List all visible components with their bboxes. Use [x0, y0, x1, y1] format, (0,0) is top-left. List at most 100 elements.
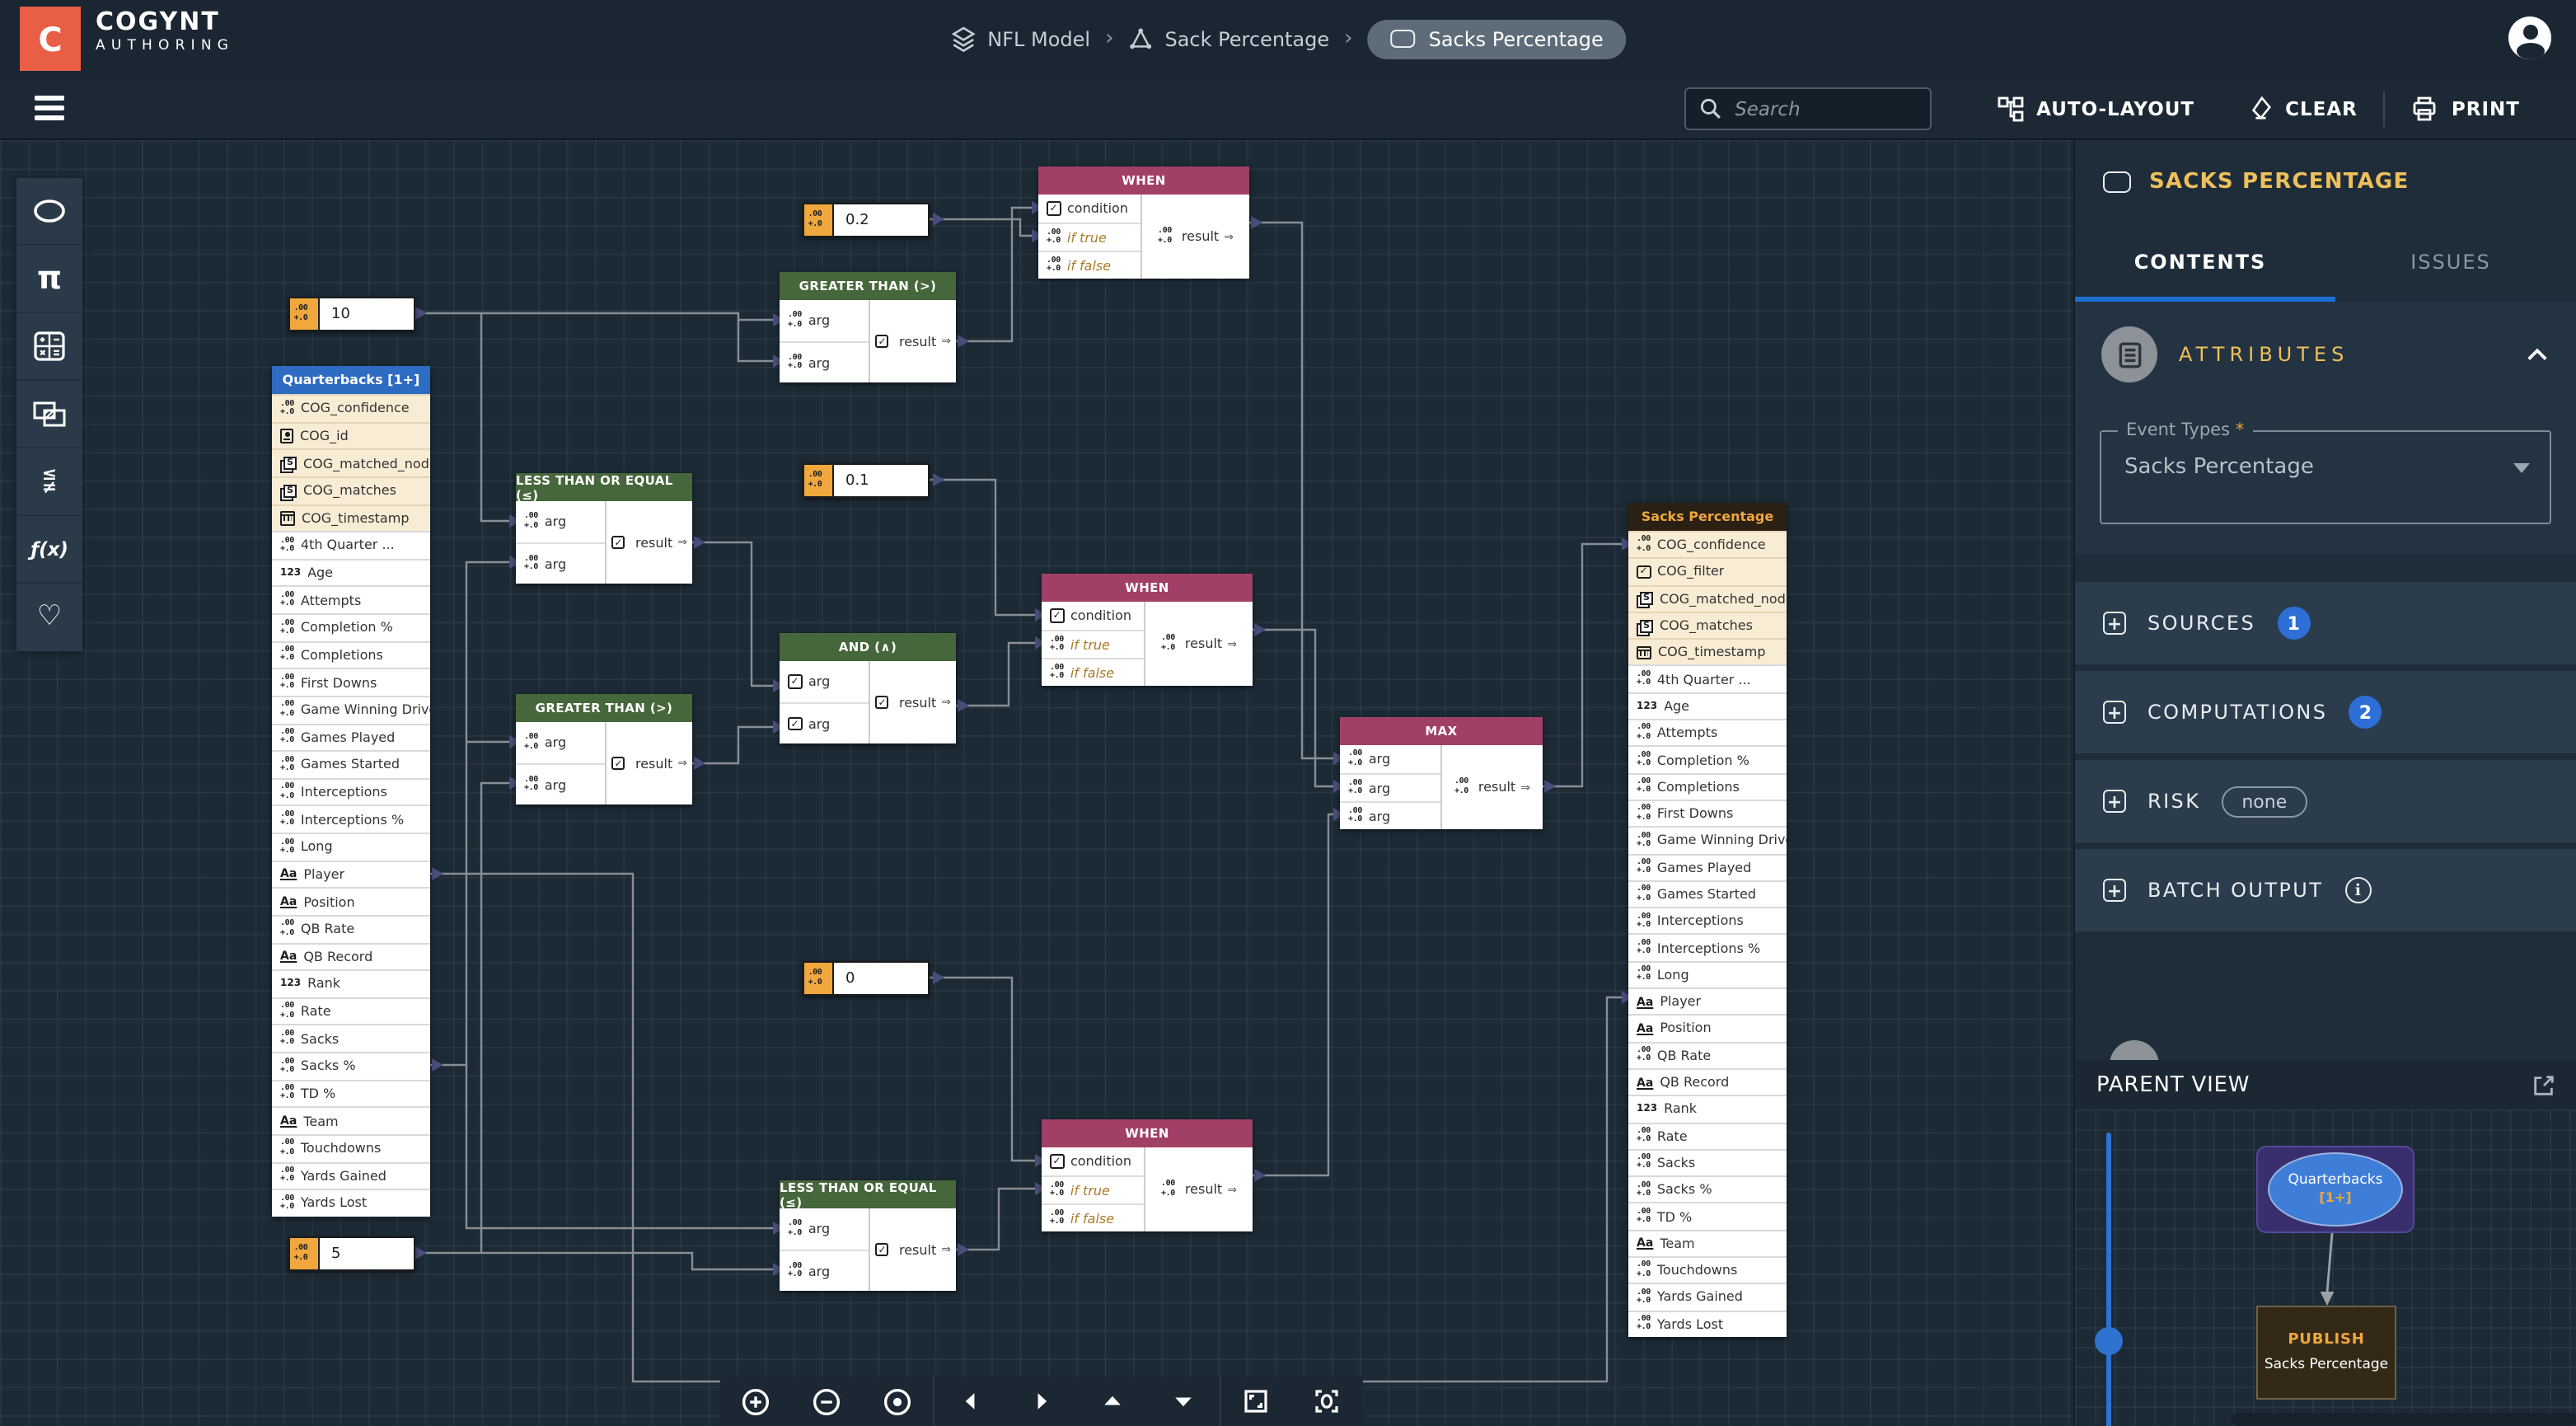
zoom-in-button[interactable]: [720, 1377, 791, 1426]
constant-node[interactable]: .00+.05: [288, 1236, 415, 1271]
field-row[interactable]: .00+.0Touchdowns: [272, 1134, 430, 1161]
expand-icon[interactable]: +: [2103, 612, 2126, 635]
focus-selection-button[interactable]: [1292, 1377, 1363, 1426]
field-row[interactable]: .00+.0Rate: [1628, 1122, 1787, 1149]
comparison-tool[interactable]: ≤≠: [16, 448, 82, 516]
entity-node[interactable]: Sacks Percentage.00+.0COG_confidence✓COG…: [1628, 503, 1787, 1337]
chevron-up-icon[interactable]: [2525, 345, 2550, 364]
field-row[interactable]: 123Age: [272, 559, 430, 586]
pi-constant-tool[interactable]: π: [16, 246, 82, 313]
op-input-row[interactable]: ✓arg: [780, 702, 869, 743]
field-row[interactable]: .00+.0TD %: [1628, 1203, 1787, 1230]
field-row[interactable]: .00+.0Yards Gained: [272, 1161, 430, 1189]
op-input-row[interactable]: .00+.0if true: [1042, 1175, 1144, 1203]
field-row[interactable]: .00+.0Yards Gained: [1628, 1283, 1787, 1311]
pan-right-button[interactable]: [1006, 1377, 1077, 1426]
op-input-row[interactable]: .00+.0if true: [1038, 223, 1140, 251]
field-row[interactable]: AaPlayer: [1628, 987, 1787, 1015]
op-input-row[interactable]: .00+.0arg: [780, 1208, 869, 1250]
op-result-port[interactable]: .00+.0result⇒: [1145, 1147, 1253, 1231]
field-row[interactable]: .00+.0Interceptions %: [1628, 934, 1787, 961]
field-row[interactable]: .00+.0Yards Lost: [1628, 1310, 1787, 1337]
open-parent-view-button[interactable]: [2532, 1072, 2556, 1097]
diagram-canvas[interactable]: .00+.010.00+.00.2.00+.00.1.00+.00.00+.05…: [0, 140, 2073, 1426]
field-row[interactable]: .00+.0Long: [272, 833, 430, 860]
field-row[interactable]: .00+.0Games Played: [1628, 853, 1787, 880]
operation-node[interactable]: LESS THAN OR EQUAL (≤).00+.0arg.00+.0arg…: [780, 1180, 956, 1291]
field-row[interactable]: .00+.04th Quarter ...: [272, 531, 430, 558]
field-row[interactable]: 123Age: [1628, 692, 1787, 720]
auto-layout-button[interactable]: AUTO-LAYOUT: [1970, 77, 2221, 139]
fit-view-button[interactable]: [1221, 1377, 1292, 1426]
parent-publish-node[interactable]: PUBLISH Sacks Percentage: [2256, 1306, 2396, 1400]
op-input-row[interactable]: .00+.0if true: [1042, 630, 1144, 658]
op-input-row[interactable]: .00+.0arg: [516, 722, 605, 763]
event-types-field[interactable]: Event Types * Sacks Percentage: [2100, 430, 2551, 524]
operation-node[interactable]: WHEN✓condition.00+.0if true.00+.0if fals…: [1038, 167, 1249, 279]
field-row[interactable]: AaQB Record: [1628, 1068, 1787, 1095]
pan-left-button[interactable]: [935, 1377, 1006, 1426]
operation-node[interactable]: LESS THAN OR EQUAL (≤).00+.0arg.00+.0arg…: [516, 473, 692, 584]
field-row[interactable]: .00+.0Interceptions %: [272, 805, 430, 833]
op-input-row[interactable]: ✓arg: [780, 661, 869, 702]
field-row[interactable]: .00+.0TD %: [272, 1079, 430, 1106]
operation-node[interactable]: GREATER THAN (>).00+.0arg.00+.0arg✓resul…: [780, 272, 956, 382]
field-row[interactable]: .00+.0QB Rate: [1628, 1041, 1787, 1068]
search-input[interactable]: [1731, 95, 1916, 121]
op-input-row[interactable]: .00+.0arg: [516, 501, 605, 542]
info-icon[interactable]: i: [2344, 877, 2371, 903]
op-input-row[interactable]: .00+.0arg: [780, 300, 869, 341]
field-row[interactable]: .00+.0Interceptions: [1628, 907, 1787, 934]
op-input-row[interactable]: .00+.0arg: [1340, 773, 1440, 801]
op-input-row[interactable]: ✓condition: [1042, 1147, 1144, 1175]
search-box[interactable]: [1684, 87, 1931, 129]
breadcrumb-sack-percentage[interactable]: Sack Percentage: [1128, 26, 1329, 51]
op-result-port[interactable]: ✓result⇒: [870, 1208, 956, 1291]
expand-icon[interactable]: +: [2103, 701, 2126, 724]
field-row[interactable]: .00+.0Games Played: [272, 723, 430, 750]
field-row[interactable]: .00+.0Attempts: [1628, 719, 1787, 746]
user-avatar[interactable]: [2508, 16, 2551, 59]
tab-issues[interactable]: ISSUES: [2325, 223, 2576, 302]
menu-icon[interactable]: [35, 96, 64, 120]
field-row[interactable]: .00+.0Long: [1628, 961, 1787, 988]
section-risk[interactable]: +RISKnone: [2075, 760, 2576, 842]
field-row[interactable]: .00+.0Game Winning Drives: [1628, 827, 1787, 854]
field-row[interactable]: .00+.0Games Started: [1628, 880, 1787, 908]
field-row[interactable]: .00+.0Games Started: [272, 750, 430, 777]
breadcrumb-nfl-model[interactable]: NFL Model: [949, 26, 1090, 52]
field-row[interactable]: ✓COG_filter: [1628, 558, 1787, 585]
favorites-tool[interactable]: ♡: [16, 584, 82, 651]
operation-node[interactable]: AND (∧)✓arg✓arg✓result⇒: [780, 633, 956, 743]
parent-view-zoom-handle[interactable]: [2095, 1327, 2123, 1355]
field-row[interactable]: SCOG_matched_nodes: [272, 449, 430, 476]
field-row[interactable]: COG_id: [272, 421, 430, 448]
field-row[interactable]: AaTeam: [272, 1107, 430, 1134]
pan-up-button[interactable]: [1077, 1377, 1148, 1426]
parent-quarterbacks-node[interactable]: Quarterbacks [1+]: [2256, 1146, 2414, 1233]
op-input-row[interactable]: .00+.0arg: [780, 341, 869, 382]
operation-node[interactable]: WHEN✓condition.00+.0if true.00+.0if fals…: [1042, 574, 1253, 686]
field-row[interactable]: COG_timestamp: [1628, 638, 1787, 665]
op-input-row[interactable]: ✓condition: [1038, 195, 1140, 223]
field-row[interactable]: SCOG_matches: [1628, 612, 1787, 639]
expand-icon[interactable]: +: [2103, 879, 2126, 902]
pan-down-button[interactable]: [1148, 1377, 1219, 1426]
field-row[interactable]: .00+.0First Downs: [272, 668, 430, 696]
field-row[interactable]: .00+.0QB Rate: [272, 915, 430, 942]
tab-contents[interactable]: CONTENTS: [2075, 223, 2325, 302]
op-result-port[interactable]: ✓result⇒: [607, 722, 692, 804]
clear-button[interactable]: CLEAR: [2221, 77, 2384, 139]
field-row[interactable]: .00+.0Touchdowns: [1628, 1256, 1787, 1283]
op-result-port[interactable]: ✓result⇒: [607, 501, 692, 584]
section-batch-output[interactable]: +BATCH OUTPUTi: [2075, 849, 2576, 931]
expand-icon[interactable]: +: [2103, 790, 2126, 813]
print-button[interactable]: PRINT: [2386, 77, 2546, 139]
field-row[interactable]: .00+.0Completions: [272, 640, 430, 668]
field-row[interactable]: .00+.0Sacks: [272, 1025, 430, 1052]
op-result-port[interactable]: .00+.0result⇒: [1442, 745, 1543, 829]
field-row[interactable]: .00+.0Rate: [272, 997, 430, 1025]
field-row[interactable]: AaTeam: [1628, 1229, 1787, 1256]
constant-node[interactable]: .00+.010: [288, 297, 415, 331]
op-result-port[interactable]: ✓result⇒: [870, 300, 956, 382]
